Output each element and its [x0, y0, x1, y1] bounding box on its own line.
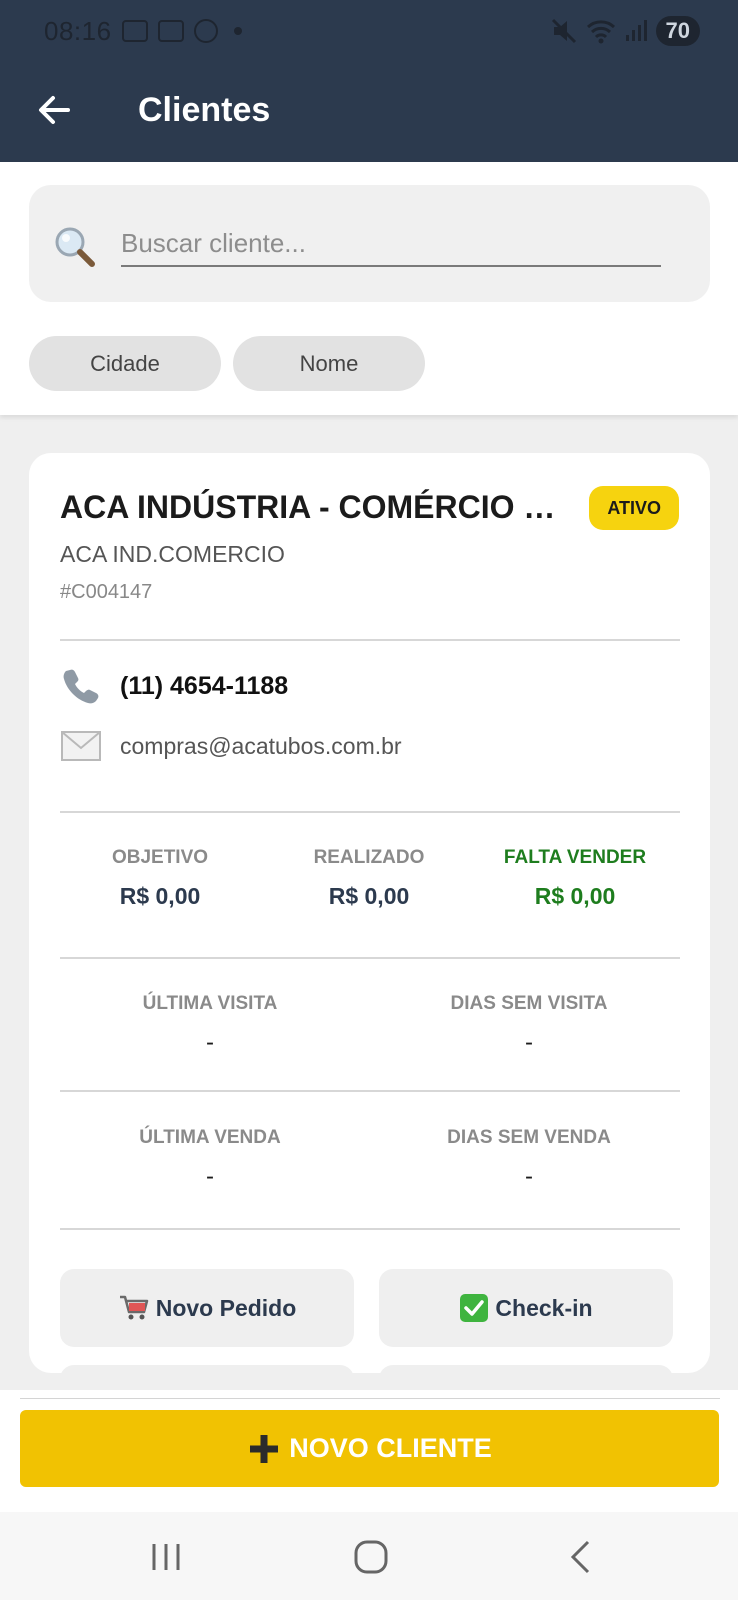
home-icon [354, 1540, 388, 1574]
last-visit-label: ÚLTIMA VISITA [142, 993, 278, 1014]
divider [60, 639, 680, 641]
metric-value: R$ 0,00 [328, 883, 410, 909]
client-email: compras@acatubos.com.br [120, 732, 402, 759]
battery-indicator: 70 [655, 16, 700, 46]
days-without-visit-label: DIAS SEM VISITA [450, 993, 608, 1014]
days-without-sale-value: - [525, 1163, 533, 1190]
days-without-visit: DIAS SEM VISITA - [379, 993, 679, 1057]
page-title: Clientes [138, 90, 271, 129]
client-trade-name: ACA IND.COMERCIO [60, 541, 285, 567]
recent-apps-button[interactable] [136, 1532, 196, 1582]
search-input[interactable] [121, 221, 661, 267]
divider [20, 1398, 720, 1399]
last-sale: ÚLTIMA VENDA - [60, 1127, 360, 1191]
checkin-button[interactable]: Check-in [379, 1269, 673, 1347]
search-box [29, 185, 710, 302]
divider [60, 1090, 680, 1092]
phone-icon [60, 665, 102, 707]
plus-icon [250, 1434, 279, 1463]
divider [60, 811, 680, 813]
search-panel: Cidade Nome [0, 162, 738, 415]
home-button[interactable] [341, 1532, 401, 1582]
last-visit: ÚLTIMA VISITA - [60, 993, 360, 1057]
new-client-button[interactable]: NOVO CLIENTE [20, 1410, 719, 1487]
screenshot-icon [121, 20, 148, 42]
bottom-bar: NOVO CLIENTE [0, 1390, 738, 1512]
notification-dot-icon [233, 27, 242, 35]
toolbar: Clientes [0, 70, 738, 150]
days-without-visit-value: - [525, 1029, 533, 1056]
status-badge: ATIVO [589, 486, 679, 530]
app-header: 08:16 70 Clientes [0, 0, 738, 162]
search-icon [55, 227, 95, 267]
signal-icon [625, 20, 647, 41]
metric-falta-vender: FALTA VENDER R$ 0,00 [475, 847, 675, 910]
client-name: ACA INDÚSTRIA - COMÉRCIO E... [60, 489, 570, 525]
new-order-button[interactable]: Novo Pedido [60, 1269, 354, 1347]
metric-objetivo: OBJETIVO R$ 0,00 [60, 847, 260, 910]
last-visit-value: - [206, 1029, 214, 1056]
chevron-left-icon [570, 1540, 590, 1574]
divider [60, 1228, 680, 1230]
divider [60, 957, 680, 959]
status-indicators: 70 [550, 14, 700, 48]
last-sale-value: - [206, 1163, 214, 1190]
arrow-left-icon [39, 96, 70, 124]
last-sale-label: ÚLTIMA VENDA [139, 1127, 281, 1148]
new-order-label: Novo Pedido [155, 1294, 297, 1321]
days-without-sale-label: DIAS SEM VENDA [447, 1127, 611, 1148]
system-nav-bar [0, 1512, 738, 1600]
email-row[interactable]: compras@acatubos.com.br [60, 725, 402, 767]
days-without-sale: DIAS SEM VENDA - [379, 1127, 679, 1191]
recent-apps-icon [152, 1544, 180, 1570]
shield-icon [193, 19, 218, 43]
checkin-label: Check-in [495, 1294, 593, 1321]
back-button[interactable] [24, 80, 84, 140]
metric-value: R$ 0,00 [119, 883, 201, 909]
new-client-label: NOVO CLIENTE [289, 1433, 492, 1463]
client-phone: (11) 4654-1188 [120, 671, 289, 700]
check-mark-icon [460, 1294, 489, 1322]
envelope-icon [60, 725, 102, 767]
metric-label: REALIZADO [313, 847, 425, 868]
phone-row[interactable]: (11) 4654-1188 [60, 665, 288, 707]
filter-chip-nome[interactable]: Nome [233, 336, 425, 391]
client-code: #C004147 [60, 581, 153, 603]
calendar-icon [157, 20, 184, 42]
metric-realizado: REALIZADO R$ 0,00 [269, 847, 469, 910]
status-time: 08:16 [44, 15, 112, 46]
status-bar: 08:16 [44, 14, 242, 48]
metric-value: R$ 0,00 [534, 883, 616, 909]
metric-label: FALTA VENDER [503, 847, 647, 868]
metric-label: OBJETIVO [111, 847, 209, 868]
wifi-icon [586, 20, 615, 44]
back-nav-button[interactable] [550, 1532, 610, 1582]
mute-icon [551, 18, 576, 44]
filter-chip-cidade[interactable]: Cidade [29, 336, 221, 391]
action-button-partial[interactable] [60, 1365, 354, 1373]
client-card[interactable]: ACA INDÚSTRIA - COMÉRCIO E... ATIVO ACA … [29, 453, 710, 1373]
action-button-partial[interactable] [379, 1365, 673, 1373]
cart-icon [119, 1295, 148, 1320]
